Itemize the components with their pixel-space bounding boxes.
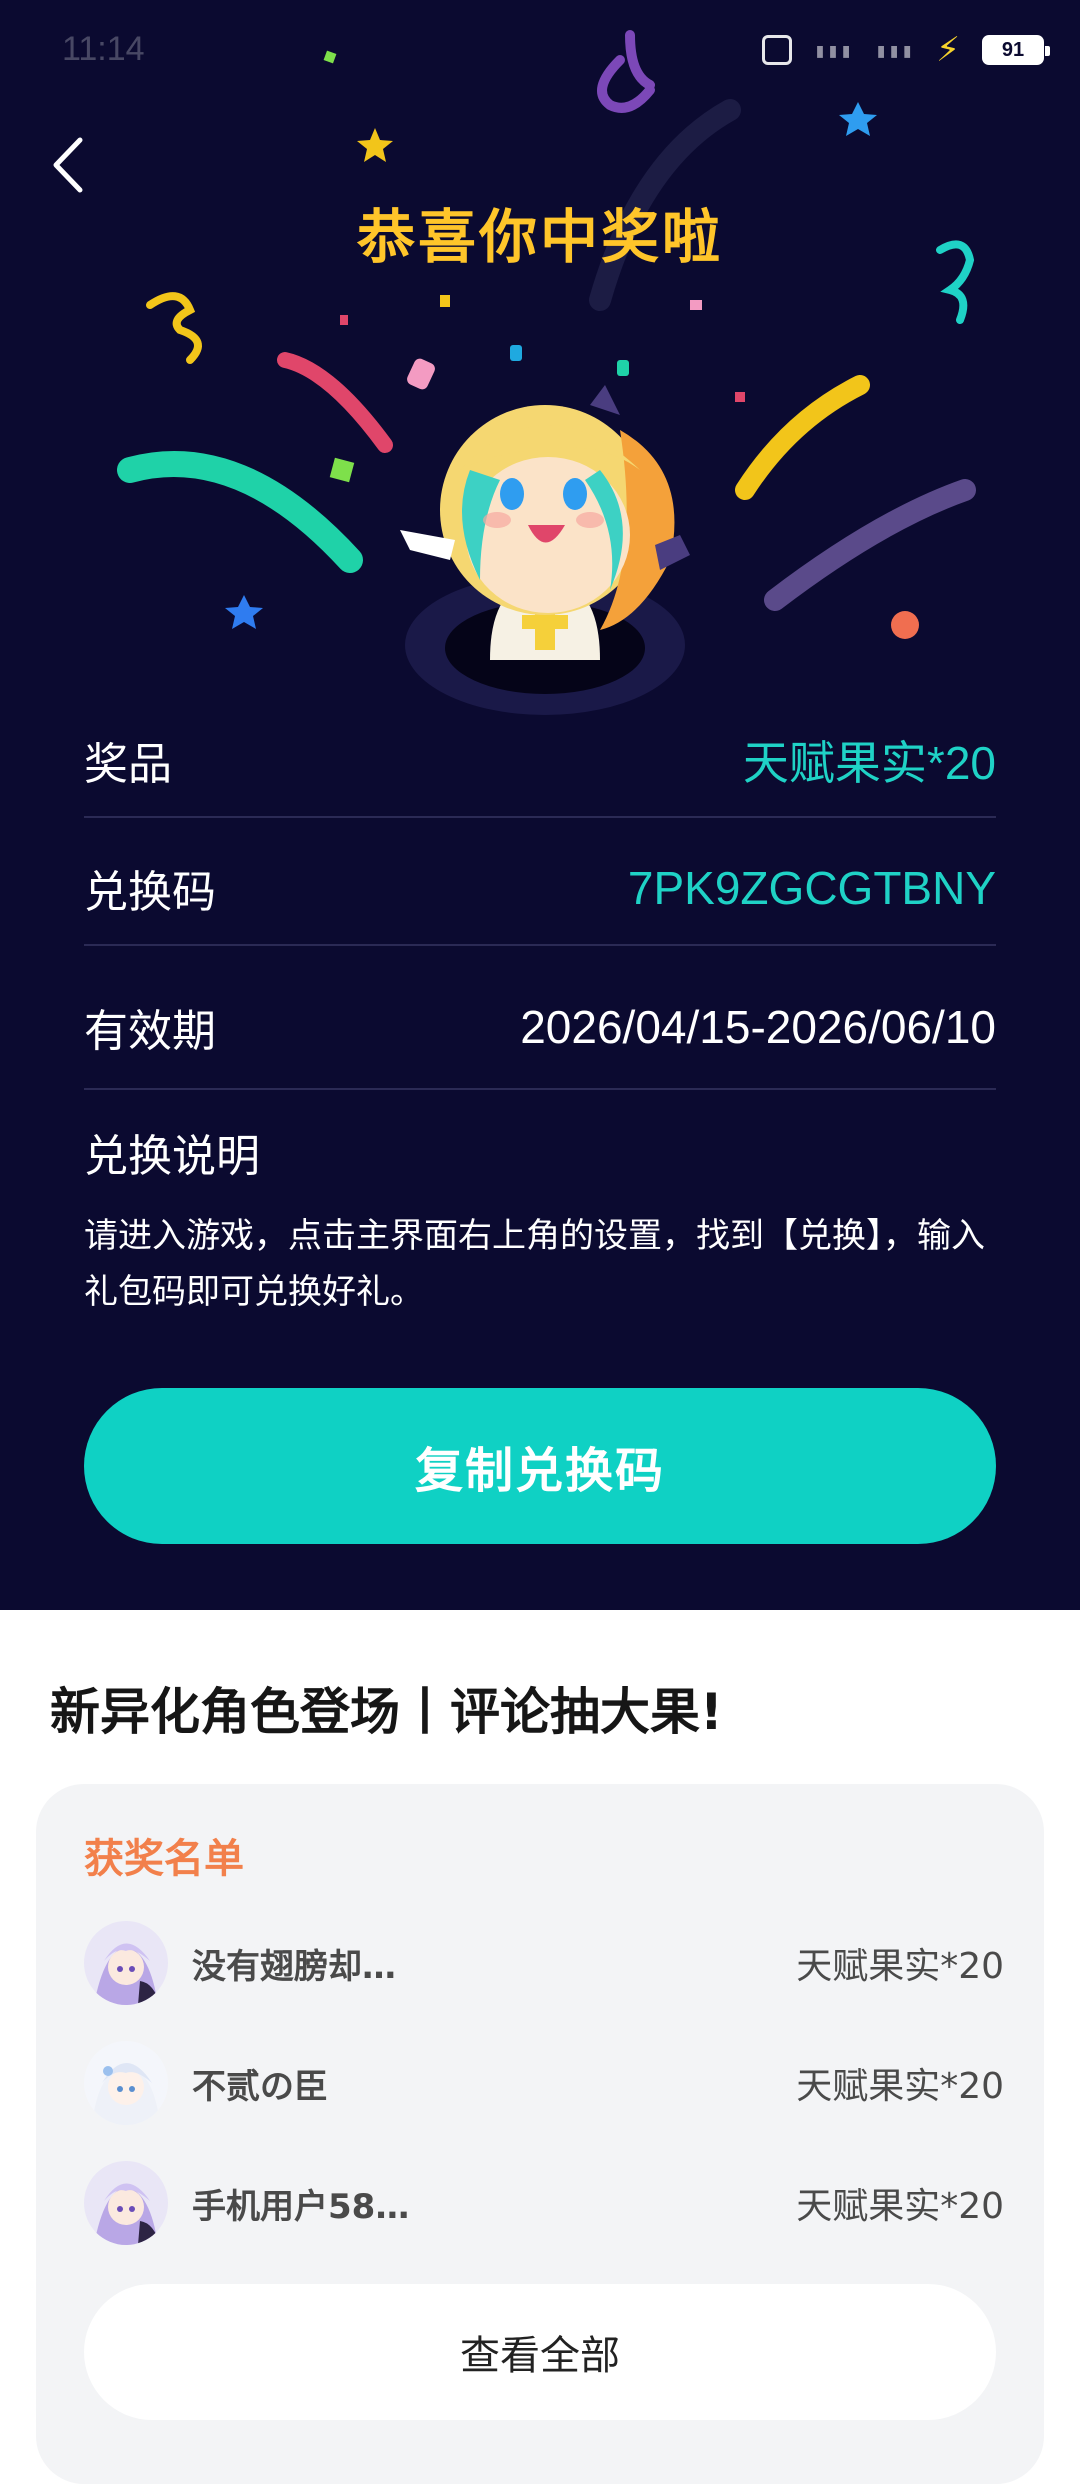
winner-name: 不贰の臣 [192,2066,328,2107]
prize-value: 天赋果实*20 [742,737,996,789]
winner-row[interactable]: 手机用户58… 天赋果实*20 [84,2158,1004,2248]
avatar [84,1921,168,2005]
winner-name: 手机用户58… [192,2186,410,2227]
prize-label: 奖品 [84,739,172,790]
instructions-text: 请进入游戏，点击主界面右上角的设置，找到【兑换】，输入礼包码即可兑换好礼。 [84,1216,985,1312]
winners-card: 获奖名单 没有翅膀却… 天赋果实*20 不贰の臣 天赋果实*20 手机用户58…… [36,1784,1044,2484]
page-title: 恭喜你中奖啦 [356,203,723,271]
redeem-code-value[interactable]: 7PK9ZGCGTBNY [628,861,996,915]
prize-panel: 11:14 ▮▮▮ ▮▮▮ ⚡ 91 恭喜你中奖啦 奖品 天赋果实*20 兑换码… [0,0,1080,1610]
code-row: 兑换码 7PK9ZGCGTBNY [84,832,996,946]
validity-row: 有效期 2026/04/15-2026/06/10 [84,966,996,1090]
winner-row[interactable]: 没有翅膀却… 天赋果实*20 [84,1918,1004,2008]
prize-row: 奖品 天赋果实*20 [84,704,996,818]
instructions-title: 兑换说明 [84,1131,260,1182]
winners-title: 获奖名单 [84,1836,244,1882]
validity-value: 2026/04/15-2026/06/10 [520,1001,996,1053]
code-label: 兑换码 [84,867,216,918]
copy-code-button[interactable]: 复制兑换码 [84,1388,996,1544]
avatar [84,2041,168,2125]
winner-row[interactable]: 不贰の臣 天赋果实*20 [84,2038,1004,2128]
validity-label: 有效期 [84,1006,216,1057]
winner-name: 没有翅膀却… [192,1946,396,1987]
celebration-illustration [117,30,976,715]
winner-prize: 天赋果实*20 [796,1946,1004,1987]
winner-prize: 天赋果实*20 [796,2066,1004,2107]
event-title[interactable]: 新异化角色登场丨评论抽大果! [50,1672,723,1744]
winner-prize: 天赋果实*20 [796,2186,1004,2227]
avatar [84,2161,168,2245]
